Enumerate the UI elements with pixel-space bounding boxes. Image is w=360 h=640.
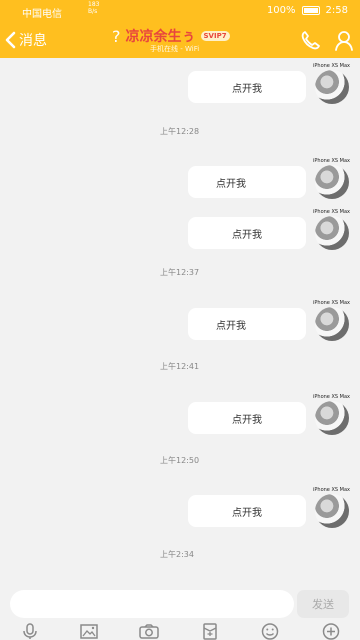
message-row: iPhone XS Max 点开我 [0, 204, 360, 264]
carrier-label: 中国电信 [22, 9, 62, 20]
avatar[interactable] [315, 494, 349, 528]
microphone-icon[interactable] [20, 623, 40, 640]
avatar[interactable] [315, 70, 349, 104]
image-icon[interactable] [79, 623, 99, 640]
chevron-left-icon [5, 31, 16, 49]
chat-header: 消息 ? 凉凉余生ぅ SVIP7 手机在线 - WiFi [0, 22, 360, 58]
contact-title[interactable]: ? 凉凉余生ぅ SVIP7 [112, 26, 262, 46]
emoji-icon[interactable] [260, 623, 280, 640]
network-speed: 183 B/s [88, 1, 99, 15]
message-bubble[interactable]: 点开我 [188, 308, 306, 340]
battery-icon [301, 6, 320, 15]
device-label: iPhone XS Max [313, 487, 350, 493]
message-bubble[interactable]: 点开我 [188, 217, 306, 249]
message-row: iPhone XS Max 点开我 [0, 389, 360, 449]
timestamp: 上午12:37 [160, 268, 200, 277]
clock: 2:58 [325, 5, 348, 16]
message-row: iPhone XS Max 点开我 [0, 295, 360, 355]
status-right: 100% 2:58 [267, 5, 348, 16]
message-input[interactable] [10, 590, 294, 618]
message-bubble[interactable]: 点开我 [188, 71, 306, 103]
timestamp: 上午12:28 [160, 127, 200, 136]
timestamp: 上午12:41 [160, 362, 200, 371]
contact-name: 凉凉余生ぅ [125, 29, 196, 45]
message-row: iPhone XS Max 点开我 [0, 58, 360, 118]
message-bubble[interactable]: 点开我 [188, 166, 306, 198]
add-icon[interactable] [321, 623, 341, 640]
battery-percent: 100% [266, 5, 296, 16]
back-button[interactable]: 消息 [4, 30, 47, 50]
avatar[interactable] [315, 307, 349, 341]
vip-badge: SVIP7 [200, 31, 230, 41]
composer-toolbar [0, 623, 360, 640]
status-bar: 中国电信 183 B/s 100% 2:58 [0, 0, 360, 22]
battery-fill [303, 8, 318, 13]
avatar[interactable] [315, 216, 349, 250]
send-button[interactable]: 发送 [297, 590, 349, 618]
message-list: iPhone XS Max 点开我 iPhone XS Max 点开我 iPhone X… [0, 58, 360, 586]
device-label: iPhone XS Max [313, 394, 350, 400]
online-status: 手机在线 - WiFi [150, 45, 200, 53]
timestamp: 上午12:50 [160, 456, 200, 465]
status-icon: ? [112, 26, 121, 46]
timestamp: 上午2:34 [160, 550, 194, 559]
device-label: iPhone XS Max [313, 300, 350, 306]
device-label: iPhone XS Max [313, 158, 350, 164]
network-speed-unit: B/s [88, 8, 98, 15]
device-label: iPhone XS Max [313, 209, 350, 215]
red-packet-icon[interactable] [200, 623, 220, 640]
message-row: iPhone XS Max 点开我 [0, 482, 360, 542]
message-bubble[interactable]: 点开我 [188, 495, 306, 527]
profile-icon[interactable] [333, 30, 355, 52]
message-bubble[interactable]: 点开我 [188, 402, 306, 434]
back-label: 消息 [19, 33, 47, 49]
avatar[interactable] [315, 165, 349, 199]
network-speed-value: 183 [88, 1, 100, 8]
phone-icon[interactable] [299, 30, 321, 52]
composer: 发送 [0, 586, 360, 640]
camera-icon[interactable] [139, 623, 159, 640]
device-label: iPhone XS Max [313, 63, 350, 69]
avatar[interactable] [315, 401, 349, 435]
